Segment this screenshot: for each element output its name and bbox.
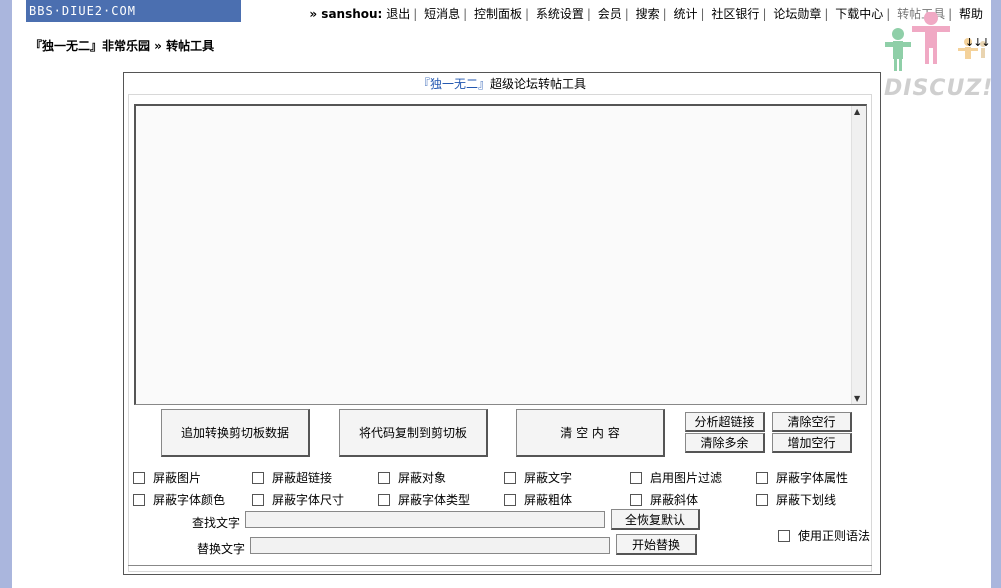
nav-stats[interactable]: 统计 <box>674 7 698 21</box>
option-block-underline[interactable]: 屏蔽下划线 <box>756 491 836 508</box>
scroll-up-arrow-icon[interactable]: ▲ <box>854 107 860 116</box>
option-block-links[interactable]: 屏蔽超链接 <box>252 469 332 486</box>
checkbox[interactable] <box>252 471 264 484</box>
checkbox[interactable] <box>630 493 642 506</box>
find-label: 查找文字 <box>192 516 241 530</box>
option-block-bold[interactable]: 屏蔽粗体 <box>504 491 572 508</box>
repost-tool-panel: 『独一无二』超级论坛转帖工具 ▲ ▼ 追加转换剪切板数据 将代码复制到剪切板 清… <box>123 72 881 575</box>
nav-control-panel[interactable]: 控制面板 <box>474 7 522 21</box>
option-block-font-attrs[interactable]: 屏蔽字体属性 <box>756 469 848 486</box>
start-replace-button[interactable]: 开始替换 <box>616 534 697 555</box>
option-block-text[interactable]: 屏蔽文字 <box>504 469 572 486</box>
append-clipboard-button[interactable]: 追加转换剪切板数据 <box>161 409 310 457</box>
checkbox[interactable] <box>504 493 516 506</box>
discuz-logo: DISCUZ! <box>882 11 994 102</box>
restore-default-button[interactable]: 全恢复默认 <box>611 509 700 530</box>
discuz-wordmark: DISCUZ! <box>884 76 994 101</box>
checkbox[interactable] <box>756 471 768 484</box>
option-block-font-size[interactable]: 屏蔽字体尺寸 <box>252 491 344 508</box>
nav-bank[interactable]: 社区银行 <box>711 7 759 21</box>
checkbox[interactable] <box>756 493 768 506</box>
option-use-regex[interactable]: 使用正则语法 <box>778 527 870 544</box>
breadcrumb[interactable]: 『独一无二』非常乐园 » 转帖工具 <box>30 37 214 54</box>
nav-search[interactable]: 搜索 <box>636 7 660 21</box>
checkbox[interactable] <box>378 493 390 506</box>
nav-medals[interactable]: 论坛勋章 <box>773 7 821 21</box>
username: » sanshou: <box>309 7 383 21</box>
clear-extra-button[interactable]: 清除多余 <box>685 433 765 453</box>
nav-messages[interactable]: 短消息 <box>424 7 460 21</box>
checkbox[interactable] <box>133 471 145 484</box>
option-block-italic[interactable]: 屏蔽斜体 <box>630 491 698 508</box>
option-image-filter[interactable]: 启用图片过滤 <box>630 469 722 486</box>
checkbox[interactable] <box>630 471 642 484</box>
checkbox[interactable] <box>133 493 145 506</box>
replace-label: 替换文字 <box>197 542 246 556</box>
panel-title: 『独一无二』超级论坛转帖工具 <box>124 75 880 92</box>
option-block-font-type[interactable]: 屏蔽字体类型 <box>378 491 470 508</box>
add-empty-lines-button[interactable]: 增加空行 <box>772 433 852 453</box>
panel-title-highlight: 『独一无二』 <box>417 77 490 91</box>
panel-title-text: 超级论坛转帖工具 <box>490 77 587 91</box>
scroll-down-arrow-icon[interactable]: ▼ <box>854 394 860 403</box>
checkbox[interactable] <box>378 471 390 484</box>
clear-content-button[interactable]: 清 空 内 容 <box>516 409 665 457</box>
nav-downloads[interactable]: 下载中心 <box>835 7 883 21</box>
find-input[interactable] <box>245 511 605 528</box>
collapse-arrows-icon[interactable]: ↓↓↓ <box>965 36 991 49</box>
analyze-links-button[interactable]: 分析超链接 <box>685 412 765 432</box>
site-logo[interactable]: BBS·DIUE2·COM <box>26 0 241 22</box>
checkbox[interactable] <box>778 529 790 542</box>
nav-members[interactable]: 会员 <box>598 7 622 21</box>
option-block-objects[interactable]: 屏蔽对象 <box>378 469 446 486</box>
checkbox[interactable] <box>252 493 264 506</box>
nav-settings[interactable]: 系统设置 <box>536 7 584 21</box>
replace-input[interactable] <box>250 537 610 554</box>
nav-logout[interactable]: 退出 <box>386 7 410 21</box>
clear-empty-lines-button[interactable]: 清除空行 <box>772 412 852 432</box>
textarea-scrollbar[interactable]: ▲ ▼ <box>851 106 866 404</box>
content-textarea[interactable]: ▲ ▼ <box>134 104 867 405</box>
option-block-images[interactable]: 屏蔽图片 <box>133 469 201 486</box>
option-block-font-color[interactable]: 屏蔽字体颜色 <box>133 491 225 508</box>
panel-bottom-line <box>128 565 872 566</box>
copy-to-clipboard-button[interactable]: 将代码复制到剪切板 <box>339 409 488 457</box>
checkbox[interactable] <box>504 471 516 484</box>
